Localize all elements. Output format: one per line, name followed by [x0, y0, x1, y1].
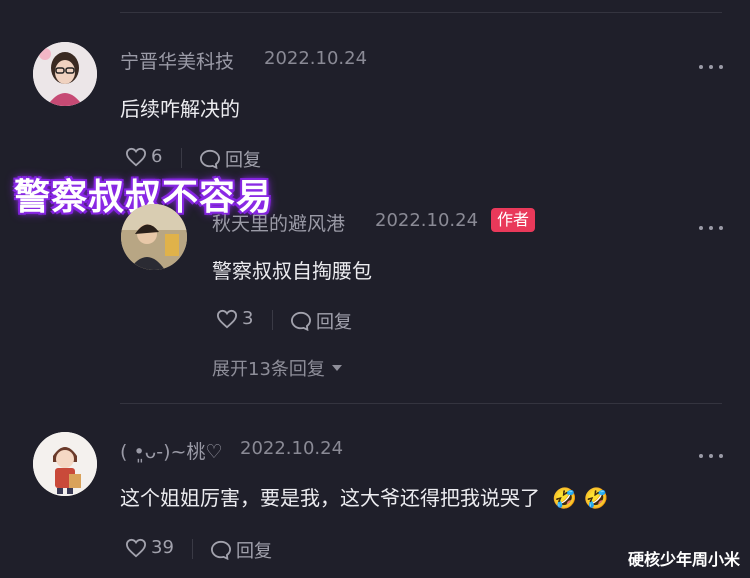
avatar-image	[121, 204, 187, 270]
more-dot	[719, 226, 723, 230]
like-button[interactable]: 3	[216, 308, 253, 329]
like-button[interactable]: 39	[125, 537, 174, 558]
reply-button[interactable]: 回复	[210, 537, 272, 563]
top-divider	[120, 12, 722, 13]
heart-icon	[125, 538, 147, 557]
more-dot	[709, 226, 713, 230]
like-button[interactable]: 6	[125, 146, 162, 167]
more-dot	[719, 65, 723, 69]
like-count: 39	[151, 537, 174, 558]
expand-replies-button[interactable]: 展开13条回复	[212, 355, 343, 381]
more-dot	[699, 454, 703, 458]
comment-text-body: 这个姐姐厉害，要是我，这大爷还得把我说哭了	[120, 486, 540, 510]
action-separator	[181, 148, 182, 168]
avatar[interactable]	[33, 432, 97, 496]
comment-date: 2022.10.24	[240, 438, 344, 459]
action-separator	[192, 539, 193, 559]
more-dot	[719, 454, 723, 458]
caret-down-icon	[331, 365, 342, 371]
avatar-image	[33, 432, 97, 496]
more-dot	[709, 454, 713, 458]
author-badge: 作者	[491, 208, 536, 232]
comment-divider	[120, 403, 722, 404]
heart-icon	[216, 309, 238, 328]
reply-button[interactable]: 回复	[290, 308, 352, 334]
more-dot	[709, 65, 713, 69]
comment-text: 后续咋解决的	[120, 97, 240, 121]
chat-bubble-icon	[210, 540, 232, 560]
like-count: 6	[151, 146, 163, 167]
avatar-image	[33, 42, 97, 106]
action-separator	[272, 310, 273, 330]
heart-icon	[125, 147, 147, 166]
comment-username[interactable]: 宁晋华美科技	[120, 47, 234, 74]
comment-date: 2022.10.24	[264, 48, 368, 69]
reply-label: 回复	[236, 541, 272, 562]
more-dot	[699, 226, 703, 230]
avatar[interactable]	[33, 42, 97, 106]
comment-username[interactable]: 秋天里的避风港	[212, 209, 345, 236]
emoji-laugh: 🤣 🤣	[552, 486, 609, 510]
comment-date: 2022.10.24	[375, 210, 479, 231]
comment-text: 警察叔叔自掏腰包	[212, 259, 372, 283]
chat-bubble-icon	[290, 311, 312, 331]
more-options-button[interactable]	[699, 218, 723, 238]
like-count: 3	[242, 308, 254, 329]
expand-replies-label: 展开13条回复	[212, 359, 325, 380]
comment-text: 这个姐姐厉害，要是我，这大爷还得把我说哭了 🤣 🤣	[120, 482, 609, 511]
chat-bubble-icon	[199, 149, 221, 169]
reply-label: 回复	[316, 312, 352, 333]
more-options-button[interactable]	[699, 57, 723, 77]
avatar[interactable]	[121, 204, 187, 270]
watermark: 硬核少年周小米	[627, 550, 740, 569]
more-options-button[interactable]	[699, 446, 723, 466]
comment-username[interactable]: ( •͈ᴗ-)~桃♡	[120, 437, 223, 464]
more-dot	[699, 65, 703, 69]
